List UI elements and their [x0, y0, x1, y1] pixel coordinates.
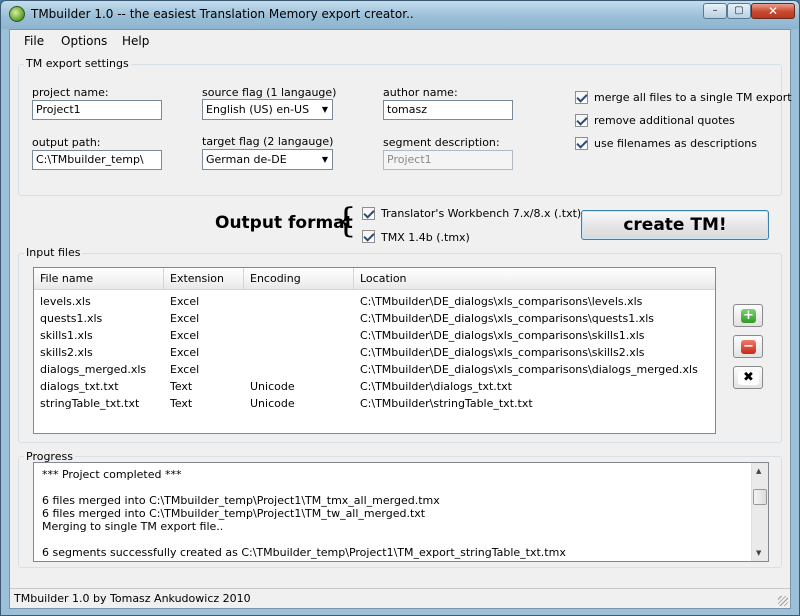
table-row[interactable]: dialogs_merged.xls Excel C:\TMbuilder\DE_d… — [34, 361, 715, 378]
input-files-list[interactable]: File name Extension Encoding Location le… — [33, 267, 716, 434]
table-row[interactable]: stringTable_txt.txt Text Unicode C:\TMbuild… — [34, 395, 715, 412]
add-icon: + — [741, 309, 756, 323]
tm-export-settings-group — [18, 64, 782, 196]
scroll-up-icon[interactable]: ▲ — [756, 467, 761, 475]
cell-location: C:\TMbuilder\DE_dialogs\xls_comparisons\… — [360, 295, 643, 308]
filenames-descriptions-checkbox[interactable] — [575, 137, 588, 150]
chevron-down-icon: ▼ — [321, 155, 328, 164]
segment-description-label: segment description: — [383, 136, 500, 149]
log-line: 6 segments successfully created as C:\TM… — [42, 546, 566, 559]
status-text: TMbuilder 1.0 by Tomasz Ankudowicz 2010 — [14, 592, 251, 605]
source-flag-label: source flag (1 langauge) — [202, 86, 337, 99]
remove-icon: − — [741, 340, 756, 354]
cell-encoding: Unicode — [250, 397, 295, 410]
source-flag-value: English (US) en-US — [206, 103, 310, 116]
cell-location: C:\TMbuilder\DE_dialogs\xls_comparisons\… — [360, 346, 645, 359]
cell-extension: Excel — [170, 329, 200, 342]
cell-file-name: stringTable_txt.txt — [40, 397, 140, 410]
table-row[interactable]: levels.xls Excel C:\TMbuilder\DE_dialogs\x… — [34, 293, 715, 310]
create-tm-button[interactable]: create TM! — [581, 210, 769, 240]
tmx-format-checkbox[interactable] — [362, 230, 375, 243]
close-button[interactable]: ✕ — [751, 3, 795, 19]
cell-extension: Text — [170, 397, 193, 410]
merge-files-checkbox[interactable] — [575, 91, 588, 104]
list-header: File name Extension Encoding Location — [34, 268, 715, 290]
scroll-down-icon[interactable]: ▼ — [756, 549, 761, 557]
cell-file-name: quests1.xls — [40, 312, 103, 325]
cell-location: C:\TMbuilder\stringTable_txt.txt — [360, 397, 533, 410]
status-bar: TMbuilder 1.0 by Tomasz Ankudowicz 2010 — [10, 588, 790, 608]
segment-description-input: Project1 — [383, 150, 513, 170]
tw-format-checkbox[interactable] — [362, 207, 375, 220]
column-encoding[interactable]: Encoding — [244, 268, 354, 290]
cell-file-name: dialogs_merged.xls — [40, 363, 147, 376]
menu-file[interactable]: File — [24, 34, 44, 48]
window-title: TMbuilder 1.0 -- the easiest Translation… — [31, 7, 414, 21]
input-files-legend: Input files — [24, 246, 83, 259]
cell-file-name: dialogs_txt.txt — [40, 380, 119, 393]
clear-list-button[interactable]: ✖ — [733, 366, 763, 389]
log-scrollbar[interactable]: ▲ ▼ — [751, 463, 768, 561]
minimize-button[interactable]: – — [703, 3, 727, 19]
menu-bar: File Options Help — [10, 30, 790, 52]
cell-file-name: levels.xls — [40, 295, 91, 308]
menu-help[interactable]: Help — [122, 34, 149, 48]
chevron-down-icon: ▼ — [321, 105, 328, 114]
output-path-input[interactable]: C:\TMbuilder_temp\ — [32, 150, 162, 170]
tw-format-label: Translator's Workbench 7.x/8.x (.txt) — [381, 207, 582, 220]
client-area: File Options Help TM export settings pro… — [9, 29, 792, 609]
clear-backspace-icon: ✖ — [738, 371, 759, 385]
log-line: *** Project completed *** — [42, 468, 182, 481]
filenames-descriptions-label: use filenames as descriptions — [594, 137, 758, 150]
table-row[interactable]: skills2.xls Excel C:\TMbuilder\DE_dialogs\… — [34, 344, 715, 361]
target-flag-value: German de-DE — [206, 153, 287, 166]
target-flag-label: target flag (2 langauge) — [202, 135, 334, 148]
column-file-name[interactable]: File name — [34, 268, 164, 290]
table-row[interactable]: dialogs_txt.txt Text Unicode C:\TMbuilder\d… — [34, 378, 715, 395]
add-file-button[interactable]: + — [733, 304, 763, 327]
remove-quotes-label: remove additional quotes — [594, 114, 735, 127]
target-flag-select[interactable]: German de-DE ▼ — [202, 149, 333, 170]
title-bar[interactable]: TMbuilder 1.0 -- the easiest Translation… — [1, 1, 799, 29]
cell-encoding: Unicode — [250, 380, 295, 393]
log-line: Merging to single TM export file.. — [42, 520, 224, 533]
output-format-brace: { — [335, 201, 357, 241]
column-extension[interactable]: Extension — [164, 268, 244, 290]
scroll-thumb[interactable] — [753, 489, 767, 505]
cell-location: C:\TMbuilder\DE_dialogs\xls_comparisons\… — [360, 312, 655, 325]
column-location[interactable]: Location — [354, 268, 715, 290]
project-name-label: project name: — [32, 86, 109, 99]
log-line: 6 files merged into C:\TMbuilder_temp\Pr… — [42, 507, 426, 520]
cell-extension: Text — [170, 380, 193, 393]
cell-file-name: skills2.xls — [40, 346, 93, 359]
progress-log[interactable]: *** Project completed *** 6 files merged … — [33, 462, 769, 562]
cell-file-name: skills1.xls — [40, 329, 93, 342]
author-name-label: author name: — [383, 86, 458, 99]
output-path-label: output path: — [32, 136, 101, 149]
remove-file-button[interactable]: − — [733, 335, 763, 358]
maximize-button[interactable]: ▢ — [727, 3, 751, 19]
tm-export-settings-legend: TM export settings — [24, 57, 131, 70]
cell-location: C:\TMbuilder\DE_dialogs\xls_comparisons\… — [360, 329, 645, 342]
merge-files-label: merge all files to a single TM export — [594, 91, 792, 104]
cell-extension: Excel — [170, 346, 200, 359]
table-row[interactable]: skills1.xls Excel C:\TMbuilder\DE_dialogs\… — [34, 327, 715, 344]
output-format-title: Output format — [215, 213, 353, 233]
cell-extension: Excel — [170, 363, 200, 376]
author-name-input[interactable]: tomasz — [383, 100, 513, 120]
cell-location: C:\TMbuilder\dialogs_txt.txt — [360, 380, 512, 393]
app-window: TMbuilder 1.0 -- the easiest Translation… — [0, 0, 800, 616]
project-name-input[interactable]: Project1 — [32, 100, 162, 120]
cell-extension: Excel — [170, 295, 200, 308]
remove-quotes-checkbox[interactable] — [575, 114, 588, 127]
source-flag-select[interactable]: English (US) en-US ▼ — [202, 99, 333, 120]
app-logo-icon — [9, 6, 25, 22]
log-line: 6 files merged into C:\TMbuilder_temp\Pr… — [42, 494, 440, 507]
cell-location: C:\TMbuilder\DE_dialogs\xls_comparisons\… — [360, 363, 698, 376]
tmx-format-label: TMX 1.4b (.tmx) — [381, 231, 470, 244]
menu-options[interactable]: Options — [61, 34, 107, 48]
table-row[interactable]: quests1.xls Excel C:\TMbuilder\DE_dialogs\… — [34, 310, 715, 327]
cell-extension: Excel — [170, 312, 200, 325]
resize-grip-icon[interactable] — [778, 596, 788, 606]
